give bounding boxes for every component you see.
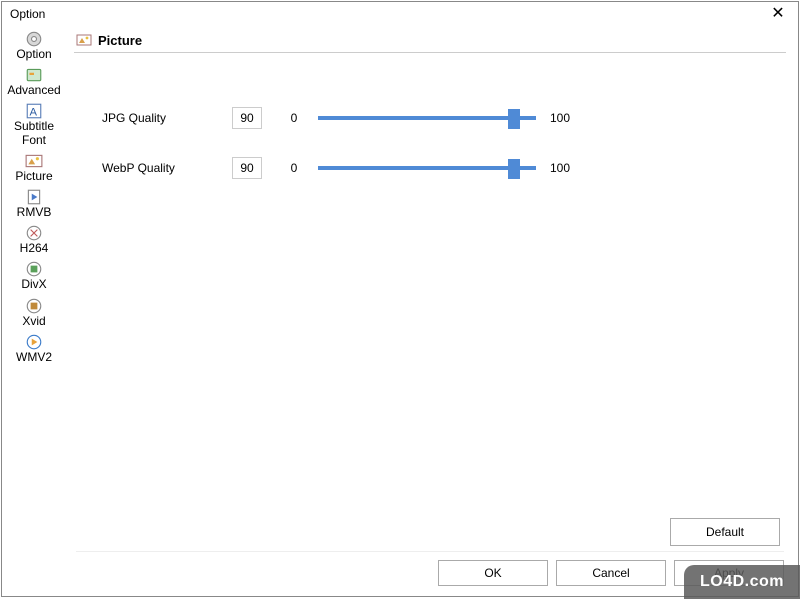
- sidebar-item-label: Advanced: [7, 84, 60, 97]
- cancel-button[interactable]: Cancel: [556, 560, 666, 586]
- video-file-icon: [25, 188, 43, 204]
- titlebar: Option ✕: [2, 2, 798, 26]
- slider-track: [318, 116, 536, 120]
- tools-icon: [25, 66, 43, 82]
- sidebar-item-label: RMVB: [17, 206, 52, 219]
- webp-quality-slider[interactable]: [318, 158, 536, 178]
- font-icon: A: [25, 102, 43, 118]
- range-max: 100: [546, 161, 574, 175]
- sidebar: Option Advanced A Subtitle Font Picture: [2, 26, 66, 596]
- codec-icon: [25, 297, 43, 313]
- slider-thumb[interactable]: [508, 109, 520, 129]
- content-panel: Picture JPG Quality 90 0 100 WebP Qualit…: [66, 26, 798, 596]
- picture-icon: [76, 32, 92, 48]
- picture-icon: [25, 152, 43, 168]
- range-min: 0: [280, 111, 308, 125]
- setting-row-webp: WebP Quality 90 0 100: [102, 153, 786, 183]
- jpg-quality-value[interactable]: 90: [232, 107, 262, 129]
- sidebar-item-subtitle-font[interactable]: A Subtitle Font: [6, 100, 62, 149]
- sidebar-item-label: Option: [16, 48, 51, 61]
- slider-track: [318, 166, 536, 170]
- setting-label: WebP Quality: [102, 161, 232, 175]
- options-dialog: Option ✕ Option Advanced A Subtitle: [1, 1, 799, 597]
- sidebar-item-h264[interactable]: H264: [6, 222, 62, 258]
- sidebar-item-label: H264: [20, 242, 49, 255]
- setting-label: JPG Quality: [102, 111, 232, 125]
- sidebar-item-wmv2[interactable]: WMV2: [6, 331, 62, 367]
- settings-area: JPG Quality 90 0 100 WebP Quality 90 0: [74, 53, 786, 183]
- sidebar-item-label: Subtitle Font: [6, 120, 62, 146]
- sidebar-item-picture[interactable]: Picture: [6, 150, 62, 186]
- sidebar-item-divx[interactable]: DivX: [6, 258, 62, 294]
- sidebar-item-rmvb[interactable]: RMVB: [6, 186, 62, 222]
- sidebar-item-advanced[interactable]: Advanced: [6, 64, 62, 100]
- setting-row-jpg: JPG Quality 90 0 100: [102, 103, 786, 133]
- range-max: 100: [546, 111, 574, 125]
- slider-thumb[interactable]: [508, 159, 520, 179]
- watermark: LO4D.com: [684, 565, 800, 599]
- gear-icon: [25, 30, 43, 46]
- sidebar-item-option[interactable]: Option: [6, 28, 62, 64]
- sidebar-item-label: Xvid: [22, 315, 45, 328]
- sidebar-item-label: Picture: [15, 170, 52, 183]
- jpg-quality-slider[interactable]: [318, 108, 536, 128]
- footer-separator: [76, 551, 784, 552]
- close-icon[interactable]: ✕: [764, 4, 792, 24]
- dialog-body: Option Advanced A Subtitle Font Picture: [2, 26, 798, 596]
- window-title: Option: [10, 7, 45, 21]
- sidebar-item-label: WMV2: [16, 351, 52, 364]
- svg-text:A: A: [30, 107, 38, 119]
- ok-button[interactable]: OK: [438, 560, 548, 586]
- webp-quality-value[interactable]: 90: [232, 157, 262, 179]
- default-button[interactable]: Default: [670, 518, 780, 546]
- codec-icon: [25, 260, 43, 276]
- sidebar-item-xvid[interactable]: Xvid: [6, 295, 62, 331]
- media-icon: [25, 333, 43, 349]
- codec-icon: [25, 224, 43, 240]
- section-header: Picture: [74, 32, 786, 53]
- range-min: 0: [280, 161, 308, 175]
- section-title: Picture: [98, 33, 142, 48]
- sidebar-item-label: DivX: [21, 278, 46, 291]
